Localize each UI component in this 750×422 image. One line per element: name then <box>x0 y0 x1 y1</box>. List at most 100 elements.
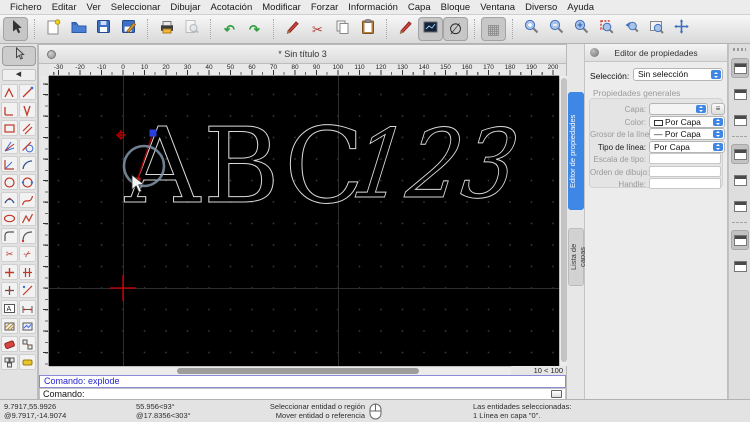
draw-order-field[interactable] <box>649 165 721 177</box>
layer-list-button[interactable]: ≡ <box>711 103 725 115</box>
undo-button[interactable]: ↶ <box>217 17 242 41</box>
tool-trim[interactable] <box>1 264 18 280</box>
tool-fillet-radius[interactable] <box>19 228 36 244</box>
dock-clipboard-button[interactable] <box>731 256 749 276</box>
keyboard-icon[interactable] <box>551 390 562 398</box>
tool-trim-two[interactable] <box>19 264 36 280</box>
selected-line-entity[interactable] <box>136 132 154 182</box>
color-combobox[interactable]: Por Capa <box>649 115 725 128</box>
tool-text[interactable]: A <box>1 300 18 316</box>
tool-back-button[interactable]: ◀ <box>1 69 36 81</box>
tool-cut-two[interactable]: ✂ <box>19 246 36 262</box>
tool-draw-order[interactable] <box>19 354 36 370</box>
tool-divide[interactable]: ✂ <box>1 246 18 262</box>
pen-edit-button[interactable] <box>280 17 305 41</box>
tool-spline[interactable] <box>19 192 36 208</box>
select-tool-button[interactable] <box>3 17 28 41</box>
line-type-combobox[interactable]: Por Capa <box>649 140 725 153</box>
save-button[interactable] <box>91 17 116 41</box>
type-scale-field[interactable] <box>649 153 721 164</box>
copy-button[interactable] <box>330 17 355 41</box>
horizontal-scrollbar[interactable] <box>49 366 511 375</box>
tool-point[interactable] <box>1 84 18 100</box>
tool-line-angle[interactable] <box>1 102 18 118</box>
command-input[interactable] <box>84 389 551 399</box>
open-file-button[interactable] <box>66 17 91 41</box>
grip-handle-blue[interactable] <box>149 129 157 137</box>
document-titlebar[interactable]: * Sin título 3 <box>39 45 566 64</box>
menu-diverso[interactable]: Diverso <box>520 2 562 13</box>
pen-properties-button[interactable] <box>393 17 418 41</box>
paste-button[interactable] <box>355 17 380 41</box>
cut-button[interactable]: ✂ <box>305 17 330 41</box>
tool-fillet[interactable] <box>1 228 18 244</box>
stepper-icon[interactable] <box>713 117 723 126</box>
tool-circle-2p[interactable] <box>19 174 36 190</box>
stepper-icon[interactable] <box>713 142 723 151</box>
dock-library-panel-button[interactable] <box>731 110 749 130</box>
tool-polyline[interactable] <box>19 210 36 226</box>
current-tool-select-button[interactable] <box>1 46 36 66</box>
zoom-previous-button[interactable] <box>619 17 644 41</box>
tool-ellipse[interactable] <box>1 210 18 226</box>
menu-capa[interactable]: Capa <box>403 2 436 13</box>
tool-line-bisector[interactable] <box>1 138 18 154</box>
dock-layer-list-button[interactable] <box>731 144 749 164</box>
draft-mode-button[interactable]: ∅ <box>443 17 468 41</box>
selection-combobox[interactable]: Sin selección <box>633 68 723 81</box>
stepper-icon[interactable] <box>696 105 706 113</box>
tool-lengthen[interactable] <box>1 282 18 298</box>
menu-editar[interactable]: Editar <box>47 2 82 13</box>
menu-ventana[interactable]: Ventana <box>475 2 520 13</box>
dock-filter-panel-button[interactable] <box>731 170 749 190</box>
menu-acotacion[interactable]: Acotación <box>206 2 258 13</box>
tool-line[interactable] <box>19 84 36 100</box>
tool-dimension[interactable] <box>19 300 36 316</box>
stepper-icon[interactable] <box>711 70 721 79</box>
menu-ayuda[interactable]: Ayuda <box>562 2 599 13</box>
tool-line-orthogonal[interactable] <box>1 156 18 172</box>
zoom-selected-button[interactable] <box>644 17 669 41</box>
pan-button[interactable] <box>669 17 694 41</box>
handle-field[interactable] <box>649 178 721 189</box>
tool-arc-3p[interactable] <box>1 192 18 208</box>
zoom-out-button[interactable] <box>544 17 569 41</box>
zoom-in-button[interactable] <box>519 17 544 41</box>
tool-arc[interactable] <box>19 156 36 172</box>
dock-properties-panel-button[interactable] <box>731 58 749 78</box>
menu-fichero[interactable]: Fichero <box>5 2 47 13</box>
tool-offset[interactable] <box>19 282 36 298</box>
line-width-combobox[interactable]: — Por Capa <box>649 128 725 140</box>
menu-modificar[interactable]: Modificar <box>257 2 306 13</box>
menu-bloque[interactable]: Bloque <box>436 2 476 13</box>
zoom-auto-button[interactable] <box>569 17 594 41</box>
tab-layer-list[interactable]: Lista de capas <box>568 228 587 286</box>
menu-ver[interactable]: Ver <box>82 2 106 13</box>
print-preview-button[interactable] <box>179 17 204 41</box>
horizontal-scrollbar-thumb[interactable] <box>177 368 419 374</box>
tool-explode[interactable] <box>19 336 36 352</box>
dock-command-options-button[interactable] <box>731 196 749 216</box>
tool-circle[interactable] <box>1 174 18 190</box>
drawing-canvas[interactable]: ABC 123 <box>49 76 559 366</box>
menu-informacion[interactable]: Información <box>343 2 403 13</box>
tool-line-rectangle[interactable] <box>1 120 18 136</box>
drawing-preview-button[interactable] <box>418 17 443 41</box>
grid-toggle-button[interactable]: ▦ <box>481 17 506 41</box>
tool-explode-text[interactable] <box>1 354 18 370</box>
tool-image[interactable] <box>19 318 36 334</box>
new-file-button[interactable] <box>41 17 66 41</box>
tool-line-tangent[interactable] <box>19 138 36 154</box>
menu-forzar[interactable]: Forzar <box>306 2 343 13</box>
dock-command-line-button[interactable] <box>731 230 749 250</box>
menu-seleccionar[interactable]: Seleccionar <box>106 2 166 13</box>
save-as-button[interactable] <box>116 17 141 41</box>
redo-button[interactable]: ↷ <box>242 17 267 41</box>
zoom-window-button[interactable] <box>594 17 619 41</box>
layer-combobox[interactable] <box>649 103 708 115</box>
tool-eraser[interactable] <box>1 336 18 352</box>
tool-hatch[interactable] <box>1 318 18 334</box>
stepper-icon[interactable] <box>713 130 723 138</box>
dock-blocks-panel-button[interactable] <box>731 84 749 104</box>
tab-property-editor[interactable]: Editor de propiedades <box>568 92 584 210</box>
